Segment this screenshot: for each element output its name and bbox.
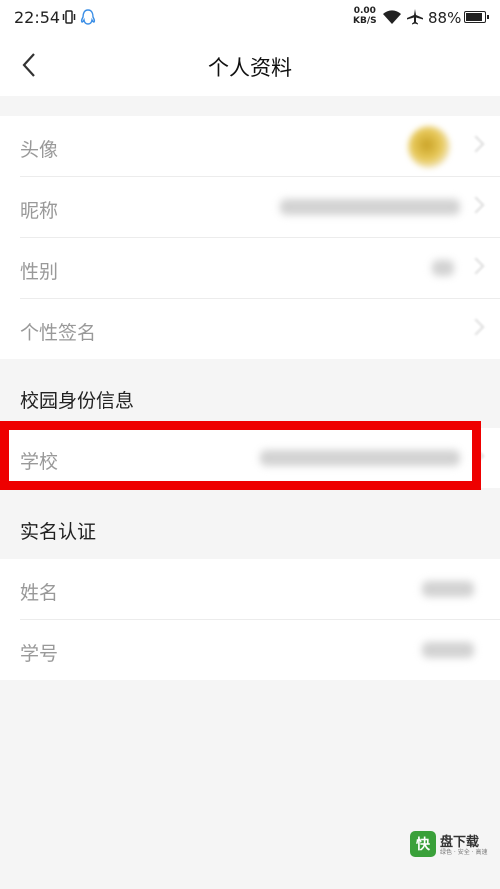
name-row[interactable]: 姓名 — [20, 559, 500, 620]
chevron-right-icon — [467, 257, 485, 275]
chevron-right-icon — [467, 318, 485, 336]
net-speed-unit: KB/S — [353, 16, 377, 26]
battery-icon — [464, 11, 489, 23]
watermark-logo: 快 盘下载 绿色 · 安全 · 高速 — [410, 831, 492, 857]
nickname-row[interactable]: 昵称 — [20, 177, 500, 238]
watermark-icon: 快 — [410, 831, 436, 857]
avatar-row[interactable]: 头像 — [20, 116, 500, 177]
gender-label: 性别 — [20, 261, 59, 283]
status-time: 22:54 — [14, 8, 61, 27]
vibrate-icon — [62, 9, 76, 29]
nickname-label: 昵称 — [20, 200, 59, 222]
qq-icon — [80, 9, 96, 31]
student-id-row[interactable]: 学号 — [20, 620, 500, 680]
airplane-icon — [406, 8, 424, 30]
battery-percent: 88% — [428, 9, 462, 27]
chevron-right-icon — [467, 135, 485, 153]
status-bar: 22:54 0.00 KB/S 88% — [0, 0, 500, 36]
page-title: 个人资料 — [208, 56, 292, 80]
student-id-label: 学号 — [20, 643, 59, 665]
watermark-sub: 绿色 · 安全 · 高速 — [440, 849, 488, 856]
highlight-box — [0, 421, 481, 490]
student-id-value — [422, 642, 474, 658]
wifi-icon — [382, 10, 402, 29]
nickname-value — [280, 199, 460, 215]
profile-group: 头像 昵称 性别 个性签名 — [0, 116, 500, 359]
campus-section-header: 校园身份信息 — [20, 390, 135, 412]
nav-bar: 个人资料 — [0, 36, 500, 96]
signature-row[interactable]: 个性签名 — [20, 299, 500, 359]
gender-value — [432, 260, 454, 276]
net-speed-value: 0.00 — [353, 6, 376, 16]
net-speed: 0.00 KB/S — [353, 6, 377, 26]
name-value — [422, 581, 474, 597]
realname-section-header: 实名认证 — [20, 521, 97, 543]
avatar — [408, 126, 450, 168]
gender-row[interactable]: 性别 — [20, 238, 500, 299]
chevron-right-icon — [467, 196, 485, 214]
signature-label: 个性签名 — [20, 322, 97, 344]
avatar-label: 头像 — [20, 139, 59, 161]
name-label: 姓名 — [20, 582, 59, 604]
realname-group: 姓名 学号 — [0, 559, 500, 680]
